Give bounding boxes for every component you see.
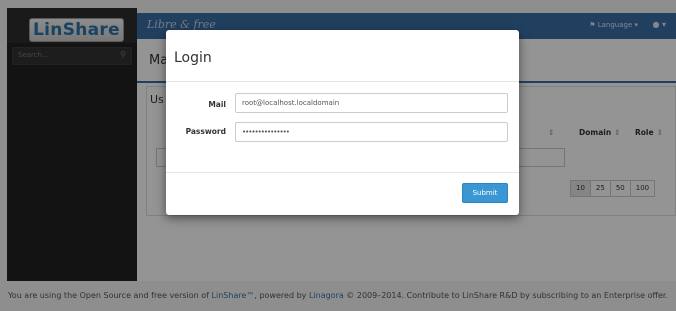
modal-title: Login: [174, 50, 212, 66]
modal-footer-divider: [166, 172, 519, 173]
mail-field[interactable]: root@localhost.localdomain: [235, 93, 508, 113]
submit-button[interactable]: Submit: [462, 183, 508, 203]
login-modal: Login Mail root@localhost.localdomain Pa…: [166, 30, 519, 215]
modal-header-divider: [166, 81, 519, 82]
mail-label: Mail: [208, 100, 226, 109]
password-label: Password: [185, 127, 226, 136]
password-field[interactable]: •••••••••••••••: [235, 122, 508, 142]
